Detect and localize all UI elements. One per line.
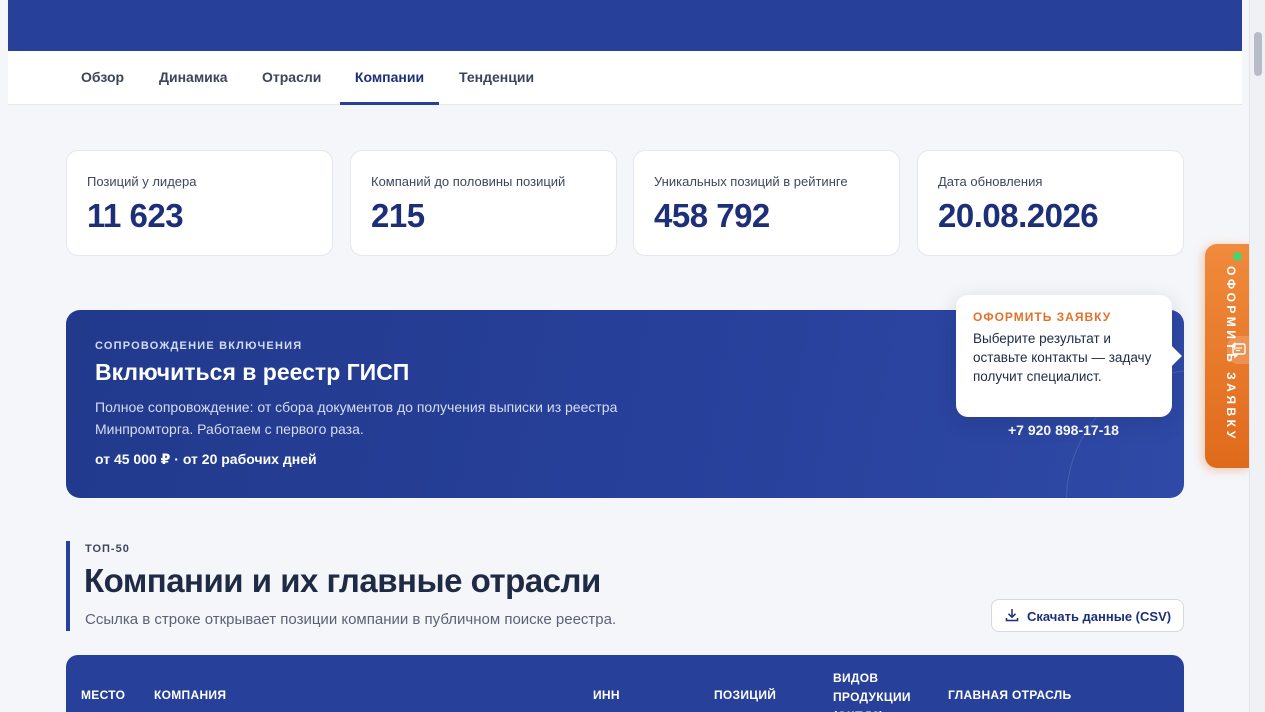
section-subtitle: Ссылка в строке открывает позиции компан…	[85, 611, 617, 628]
section-title: Компании и их главные отрасли	[84, 562, 601, 599]
companies-table-header: МЕСТО КОМПАНИЯ ИНН ПОЗИЦИЙ ВИДОВ ПРОДУКЦ…	[66, 655, 1184, 712]
stat-value: 11 623	[87, 197, 184, 234]
section-tabs: Обзор Динамика Отрасли Компании Тенденци…	[8, 51, 1242, 105]
section-accent-bar	[66, 541, 70, 631]
stat-card-update-date: Дата обновления 20.08.2026	[917, 150, 1184, 256]
stat-value: 215	[371, 197, 425, 234]
chat-icon	[1227, 336, 1249, 364]
tooltip-text: Выберите результат и оставьте контакты —…	[973, 331, 1152, 384]
th-main-industry[interactable]: ГЛАВНАЯ ОТРАСЛЬ	[948, 688, 1071, 702]
tab-industries[interactable]: Отрасли	[262, 51, 321, 105]
tooltip-heading: ОФОРМИТЬ ЗАЯВКУ	[973, 310, 1112, 324]
download-icon	[1005, 609, 1019, 622]
th-company[interactable]: КОМПАНИЯ	[154, 688, 226, 702]
stat-label: Дата обновления	[938, 174, 1043, 189]
download-csv-button[interactable]: Скачать данные (CSV)	[991, 599, 1184, 632]
tab-trends[interactable]: Тенденции	[459, 51, 534, 105]
stat-label: Уникальных позиций в рейтинге	[654, 174, 848, 189]
stat-value: 20.08.2026	[938, 197, 1099, 234]
banner-title: Включиться в реестр ГИСП	[95, 359, 410, 385]
page-scrollbar[interactable]	[1249, 0, 1265, 712]
stat-value: 458 792	[654, 197, 770, 234]
th-place[interactable]: МЕСТО	[81, 688, 125, 702]
banner-phone-link[interactable]: +7 920 898-17-18	[1008, 422, 1119, 438]
th-inn[interactable]: ИНН	[593, 688, 620, 702]
banner-price: от 45 000 ₽ · от 20 рабочих дней	[95, 451, 317, 467]
tab-overview[interactable]: Обзор	[81, 51, 124, 105]
stat-label: Компаний до половины позиций	[371, 174, 566, 189]
request-side-tab[interactable]: ОФОРМИТЬ ЗАЯВКУ	[1205, 244, 1250, 468]
stat-label: Позиций у лидера	[87, 174, 197, 189]
scrollbar-thumb[interactable]	[1254, 32, 1262, 76]
online-status-dot	[1233, 252, 1242, 261]
download-csv-label: Скачать данные (CSV)	[1027, 609, 1172, 624]
th-product-types[interactable]: ВИДОВ ПРОДУКЦИИ (ОКПД2)	[833, 669, 923, 712]
stat-card-unique-positions: Уникальных позиций в рейтинге 458 792	[633, 150, 900, 256]
header-band	[8, 0, 1242, 51]
request-tooltip: ОФОРМИТЬ ЗАЯВКУ Выберите результат и ост…	[956, 295, 1182, 417]
stat-card-companies-half: Компаний до половины позиций 215	[350, 150, 617, 256]
th-positions[interactable]: ПОЗИЦИЙ	[714, 688, 776, 702]
stat-card-leader-positions: Позиций у лидера 11 623	[66, 150, 333, 256]
banner-eyebrow: СОПРОВОЖДЕНИЕ ВКЛЮЧЕНИЯ	[95, 340, 303, 352]
tab-companies[interactable]: Компании	[340, 51, 439, 105]
banner-description: Полное сопровождение: от сбора документо…	[95, 399, 618, 437]
section-eyebrow: ТОП-50	[85, 543, 130, 555]
tab-dynamics[interactable]: Динамика	[159, 51, 228, 105]
